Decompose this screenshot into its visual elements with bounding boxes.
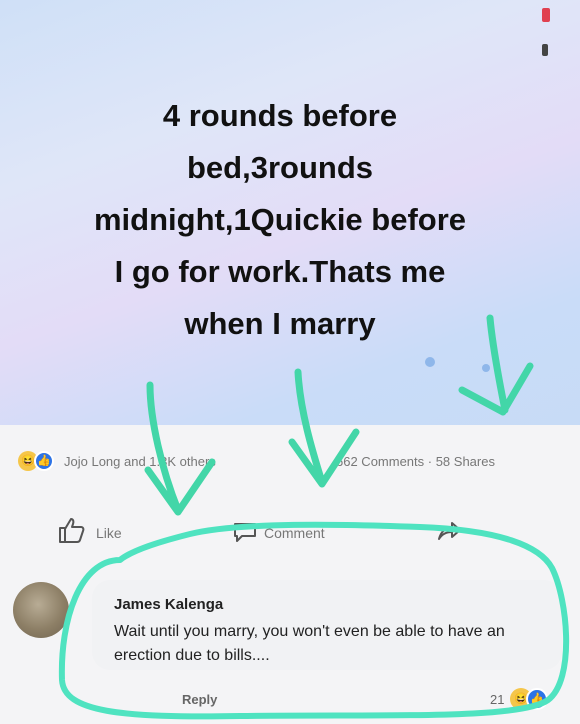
comment-bubble: James Kalenga Wait until you marry, you … <box>92 580 562 670</box>
post-actions: Like Comment <box>0 515 580 555</box>
post-line: when I marry <box>184 306 376 341</box>
reactions-summary[interactable]: Jojo Long and 1.3K others <box>64 454 216 469</box>
decor-dot <box>482 364 490 372</box>
post-text: 4 rounds before bed,3rounds midnight,1Qu… <box>20 90 540 350</box>
status-mark <box>542 44 548 56</box>
comment-button[interactable]: Comment <box>264 525 325 541</box>
like-reaction-icon: 👍 <box>526 688 548 710</box>
commenter-name[interactable]: James Kalenga <box>114 596 223 613</box>
share-icon[interactable] <box>436 519 462 543</box>
comment-text: Wait until you marry, you won't even be … <box>114 623 505 664</box>
post-line: bed,3rounds <box>186 150 373 185</box>
status-mark <box>542 8 550 22</box>
decor-dot <box>425 357 435 367</box>
reactions-row: 😆 👍 Jojo Long and 1.3K others 662 Commen… <box>0 445 580 475</box>
comments-shares-count[interactable]: 662 Comments · 58 Shares <box>336 454 495 469</box>
reply-button[interactable]: Reply <box>182 692 217 707</box>
like-reaction-icon: 👍 <box>34 451 54 471</box>
like-button[interactable]: Like <box>96 525 122 541</box>
post-line: 4 rounds before <box>162 98 398 133</box>
comment-footer: Reply 21 😆 👍 <box>92 688 572 724</box>
thumbs-up-icon[interactable] <box>56 515 86 545</box>
post-line: I go for work.Thats me <box>114 254 446 289</box>
comment-icon[interactable] <box>232 521 258 543</box>
avatar[interactable] <box>13 582 69 638</box>
comment-reaction-count: 21 <box>490 692 505 707</box>
post-line: midnight,1Quickie before <box>93 202 467 237</box>
